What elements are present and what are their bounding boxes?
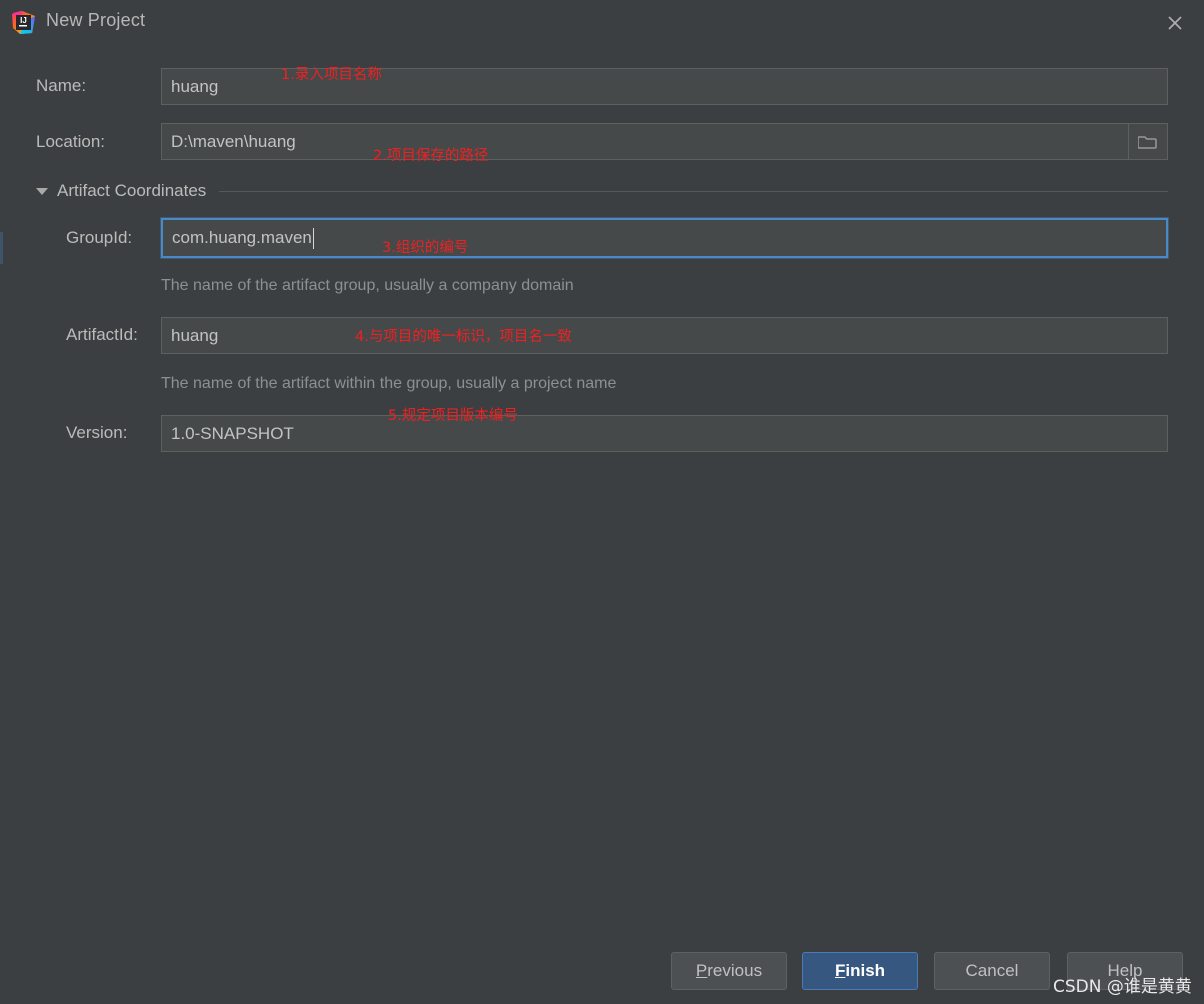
annotation-5: 5.规定项目版本编号	[388, 408, 518, 424]
triangle-down-icon	[36, 187, 48, 195]
annotation-2: 2.项目保存的路径	[373, 148, 489, 164]
previous-button-label: Previous	[696, 961, 762, 981]
location-input[interactable]: D:\maven\huang	[161, 123, 1168, 160]
cancel-button[interactable]: Cancel	[934, 952, 1050, 990]
artifact-id-input[interactable]: huang	[161, 317, 1168, 354]
dialog-title: New Project	[46, 10, 146, 30]
finish-button-label: Finish	[835, 961, 885, 981]
group-id-input-value: com.huang.maven	[172, 228, 312, 247]
artifact-id-input-value: huang	[171, 325, 219, 345]
name-label: Name:	[36, 76, 87, 95]
version-input[interactable]: 1.0-SNAPSHOT	[161, 415, 1168, 452]
previous-button[interactable]: Previous	[671, 952, 787, 990]
version-input-value: 1.0-SNAPSHOT	[171, 423, 294, 443]
annotation-3: 3.组织的编号	[382, 240, 469, 256]
new-project-dialog: IJ New Project Name: huang 1.录入项目名称 Loca…	[0, 0, 1204, 1004]
finish-button[interactable]: Finish	[802, 952, 918, 990]
help-button[interactable]: Help	[1067, 952, 1183, 990]
close-icon[interactable]	[1156, 5, 1194, 41]
annotation-1: 1.录入项目名称	[281, 67, 382, 83]
section-divider	[219, 190, 1168, 192]
previous-mnemonic: P	[695, 961, 708, 980]
group-id-label: GroupId:	[66, 228, 133, 247]
help-button-label: Help	[1107, 961, 1143, 980]
finish-label-rest: inish	[845, 961, 886, 980]
location-label: Location:	[36, 132, 105, 151]
intellij-idea-logo-icon: IJ	[11, 10, 36, 35]
folder-icon[interactable]	[1128, 124, 1167, 159]
artifact-id-label: ArtifactId:	[66, 325, 138, 344]
finish-mnemonic: F	[834, 961, 846, 980]
artifact-coordinates-section-header[interactable]: Artifact Coordinates	[36, 178, 1168, 204]
previous-label-rest: revious	[707, 961, 763, 980]
group-id-input[interactable]: com.huang.maven	[161, 218, 1168, 258]
version-label: Version:	[66, 423, 128, 442]
artifact-coordinates-title: Artifact Coordinates	[57, 181, 207, 200]
annotation-4: 4.与项目的唯一标识，项目名一致	[355, 329, 572, 345]
dialog-titlebar: IJ New Project	[0, 0, 1204, 45]
focus-glow-artifact	[0, 232, 3, 264]
text-caret	[312, 227, 314, 249]
artifact-id-hint: The name of the artifact within the grou…	[161, 375, 617, 392]
svg-text:IJ: IJ	[20, 16, 27, 25]
name-input-value: huang	[171, 76, 219, 96]
location-input-value: D:\maven\huang	[171, 131, 296, 151]
cancel-button-label: Cancel	[965, 961, 1019, 980]
group-id-hint: The name of the artifact group, usually …	[161, 277, 574, 294]
